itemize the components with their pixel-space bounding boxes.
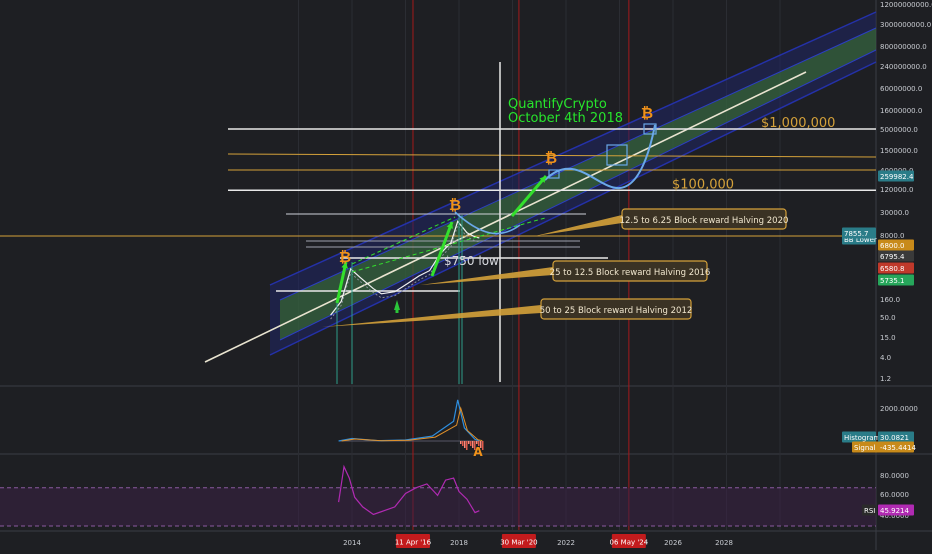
bitcoin-icon: ₿ <box>545 149 557 167</box>
x-axis-tick-label: 2026 <box>664 539 682 547</box>
macd-histogram-bar <box>470 441 472 446</box>
macd-axis-label: 2000.0000 <box>880 405 918 413</box>
bitcoin-icon: ₿ <box>641 104 653 122</box>
macd-histogram-bar <box>464 441 466 448</box>
bitcoin-icon: ₿ <box>449 196 461 214</box>
macd-histogram-bar <box>478 441 480 446</box>
price-axis-label: 800000000.0 <box>880 43 927 51</box>
macd-tag-label: Histogram <box>844 434 880 442</box>
price-tag-label: 6795.4 <box>880 253 905 261</box>
macd-tag-label: Signal <box>854 444 876 452</box>
price-axis-label: 4.0 <box>880 354 891 362</box>
rsi-tag-label: RSI <box>864 507 875 515</box>
macd-histogram-bar <box>462 441 464 446</box>
event-tag-label: 30 Mar '20 <box>500 539 537 547</box>
rsi-tag-label: 45.9214 <box>880 507 909 515</box>
x-axis-tick-label: 2028 <box>715 539 733 547</box>
x-axis-tick-label: 2018 <box>450 539 468 547</box>
price-tag-label: 259982.4 <box>880 173 914 181</box>
macd-histogram-bar <box>480 441 482 448</box>
bitcoin-icon: ₿ <box>339 248 351 266</box>
macd-histogram-bar <box>460 441 462 444</box>
event-tag-label: 11 Apr '16 <box>395 539 432 547</box>
halving-callout-label: 50 to 25 Block reward Halving 2012 <box>540 306 693 316</box>
macd-histogram-bar <box>482 441 484 450</box>
macd-histogram-bar <box>466 441 468 450</box>
macd-histogram-bar <box>468 441 470 444</box>
price-tag-label: 5735.1 <box>880 277 905 285</box>
rsi-axis-label: 80.0000 <box>880 472 909 480</box>
price-tag-label: 7855.7 <box>844 230 869 238</box>
price-axis-label: 3000000000.0 <box>880 21 931 29</box>
price-axis-label: 60000000.0 <box>880 85 922 93</box>
level-label: $1,000,000 <box>761 116 835 131</box>
price-axis-label: 5000000.0 <box>880 126 918 134</box>
event-tag-label: 06 May '24 <box>610 539 649 547</box>
macd-histogram-bar <box>472 441 474 448</box>
low-label: $750 low <box>444 254 499 268</box>
price-axis-label: 8000.0 <box>880 232 905 240</box>
halving-callout-label: 25 to 12.5 Block reward Halving 2016 <box>550 268 711 278</box>
chart-stage: 11 Apr '16 30 Mar '20 06 May '24 $1,000,00… <box>0 0 932 550</box>
rsi-axis-label: 60.0000 <box>880 491 909 499</box>
price-axis-label: 120000.0 <box>880 186 913 194</box>
macd-tag-label: -435.4414 <box>880 444 916 452</box>
price-axis-label: 12000000000.0 <box>880 1 932 9</box>
price-axis-label: 1500000.0 <box>880 147 918 155</box>
macd-histogram-bar <box>476 441 478 444</box>
price-tag-label: 6800.0 <box>880 242 905 250</box>
price-axis-label: 30000.0 <box>880 209 909 217</box>
price-axis-label: 15.0 <box>880 334 896 342</box>
price-axis-label: 160.0 <box>880 296 900 304</box>
macd-tag-label: 30.0821 <box>880 434 909 442</box>
bitcoin-log-chart: 11 Apr '16 30 Mar '20 06 May '24 $1,000,00… <box>0 0 932 550</box>
halving-callout-label: 12.5 to 6.25 Block reward Halving 2020 <box>620 216 789 226</box>
price-axis-label: 1.2 <box>880 375 891 383</box>
annotation-title: QuantifyCrypto <box>508 97 607 112</box>
x-axis-tick-label: 2014 <box>343 539 361 547</box>
x-axis-tick-label: 2022 <box>557 539 575 547</box>
macd-histogram-bar <box>474 441 476 450</box>
annotation-date: October 4th 2018 <box>508 111 623 126</box>
price-axis-label: 50.0 <box>880 314 896 322</box>
price-axis-label: 16000000.0 <box>880 107 922 115</box>
level-label: $100,000 <box>672 177 734 192</box>
small-up-marker-stem <box>395 309 399 313</box>
price-axis-label: 240000000.0 <box>880 63 927 71</box>
price-tag-label: 6580.8 <box>880 265 905 273</box>
